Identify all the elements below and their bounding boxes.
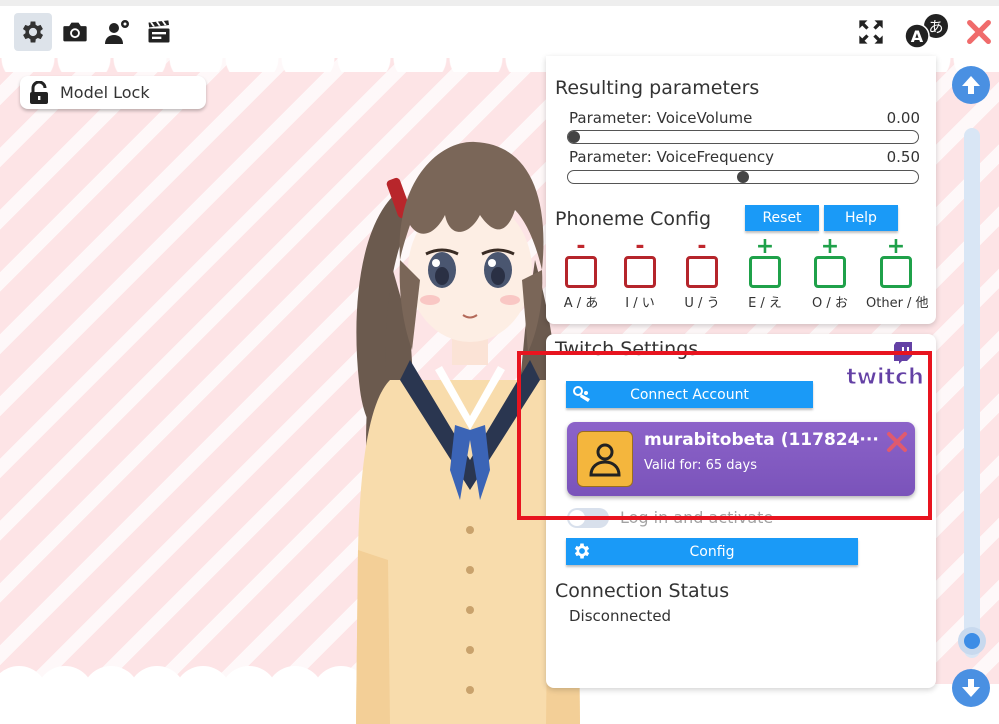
login-activate-label: Log in and activate: [620, 508, 774, 527]
login-activate-toggle[interactable]: [567, 508, 609, 528]
phoneme-e-checkbox[interactable]: [749, 256, 781, 288]
settings-tab-button[interactable]: [14, 13, 52, 51]
phoneme-o[interactable]: + O / お: [800, 234, 860, 312]
account-name: murabitobeta (117824···: [644, 430, 879, 450]
camera-icon: [63, 22, 87, 42]
connect-account-label: Connect Account: [630, 386, 749, 403]
link-account-icon: [573, 386, 590, 402]
phoneme-i-mark: -: [635, 234, 645, 259]
param-voice-volume-value: 0.00: [886, 109, 920, 127]
phoneme-e[interactable]: + E / え: [735, 234, 795, 312]
svg-text:twitch: twitch: [846, 365, 924, 390]
phoneme-u-label: U / う: [684, 296, 720, 311]
close-app-button[interactable]: [960, 13, 998, 51]
reset-button[interactable]: Reset: [745, 205, 819, 231]
account-avatar: [577, 431, 633, 487]
close-icon: [967, 20, 991, 44]
param-voice-frequency-value: 0.50: [886, 148, 920, 166]
scroll-up-button[interactable]: [952, 66, 990, 104]
phoneme-i-checkbox[interactable]: [624, 256, 656, 288]
arrow-up-icon: [962, 76, 980, 94]
svg-text:A: A: [911, 27, 924, 46]
phoneme-a-label: A / あ: [563, 296, 599, 311]
phoneme-other-mark: +: [886, 234, 906, 259]
user-icon: [589, 443, 621, 477]
phoneme-o-label: O / お: [812, 296, 848, 311]
gear-icon: [22, 21, 44, 43]
twitch-logo-icon: twitch: [846, 342, 924, 390]
lock-open-icon: [30, 80, 48, 104]
phoneme-other[interactable]: + Other / 他: [866, 234, 929, 312]
language-button[interactable]: あ A: [902, 13, 950, 51]
help-button[interactable]: Help: [824, 205, 898, 231]
phoneme-u-mark: -: [697, 234, 707, 259]
twitch-config-label: Config: [689, 543, 735, 560]
remove-account-icon[interactable]: [885, 430, 909, 454]
param-voice-frequency-label: Parameter: VoiceFrequency: [569, 148, 775, 166]
phoneme-a-checkbox[interactable]: [565, 256, 597, 288]
twitch-config-button[interactable]: Config: [566, 538, 858, 565]
account-valid-for: Valid for: 65 days: [644, 458, 757, 473]
voice-frequency-knob[interactable]: [737, 171, 749, 183]
model-lock-label: Model Lock: [60, 83, 150, 102]
fullscreen-icon: [859, 20, 883, 44]
phoneme-i-label: I / い: [625, 296, 655, 311]
phoneme-e-mark: +: [755, 234, 775, 259]
language-icon: あ A: [904, 14, 948, 49]
param-voice-volume-label: Parameter: VoiceVolume: [569, 109, 753, 127]
scene-tab-button[interactable]: [140, 13, 178, 51]
phoneme-a-mark: -: [576, 234, 586, 259]
scroll-down-button[interactable]: [952, 669, 990, 707]
twitch-settings-title: Twitch Settings: [555, 338, 699, 360]
scrollbar-thumb[interactable]: [958, 627, 986, 655]
connection-status-value: Disconnected: [569, 607, 672, 625]
arrow-down-icon: [962, 679, 980, 697]
user-settings-icon: [105, 20, 129, 44]
phoneme-u[interactable]: - U / う: [672, 234, 732, 312]
phoneme-o-mark: +: [820, 234, 840, 259]
fullscreen-button[interactable]: [852, 13, 890, 51]
phoneme-other-checkbox[interactable]: [880, 256, 912, 288]
scrollbar-track[interactable]: [964, 128, 980, 658]
gear-icon: [574, 543, 590, 559]
phoneme-e-label: E / え: [748, 296, 782, 311]
user-settings-tab-button[interactable]: [98, 13, 136, 51]
twitch-account-card[interactable]: murabitobeta (117824··· Valid for: 65 da…: [567, 422, 915, 496]
model-lock-button[interactable]: Model Lock: [20, 76, 206, 109]
toolbar: あ A: [0, 6, 999, 58]
connection-status-title: Connection Status: [555, 580, 730, 602]
voice-volume-slider[interactable]: [567, 130, 919, 144]
connect-account-button[interactable]: Connect Account: [566, 381, 813, 408]
camera-tab-button[interactable]: [56, 13, 94, 51]
phoneme-o-checkbox[interactable]: [814, 256, 846, 288]
svg-text:あ: あ: [928, 18, 943, 36]
phoneme-other-label: Other / 他: [866, 296, 929, 311]
phoneme-i[interactable]: - I / い: [610, 234, 670, 311]
resulting-parameters-title: Resulting parameters: [555, 77, 760, 99]
voice-volume-knob[interactable]: [568, 131, 580, 143]
phoneme-a[interactable]: - A / あ: [551, 234, 611, 312]
phoneme-u-checkbox[interactable]: [686, 256, 718, 288]
clapperboard-icon: [148, 20, 170, 43]
phoneme-config-title: Phoneme Config: [555, 208, 712, 230]
voice-frequency-slider[interactable]: [567, 170, 919, 184]
